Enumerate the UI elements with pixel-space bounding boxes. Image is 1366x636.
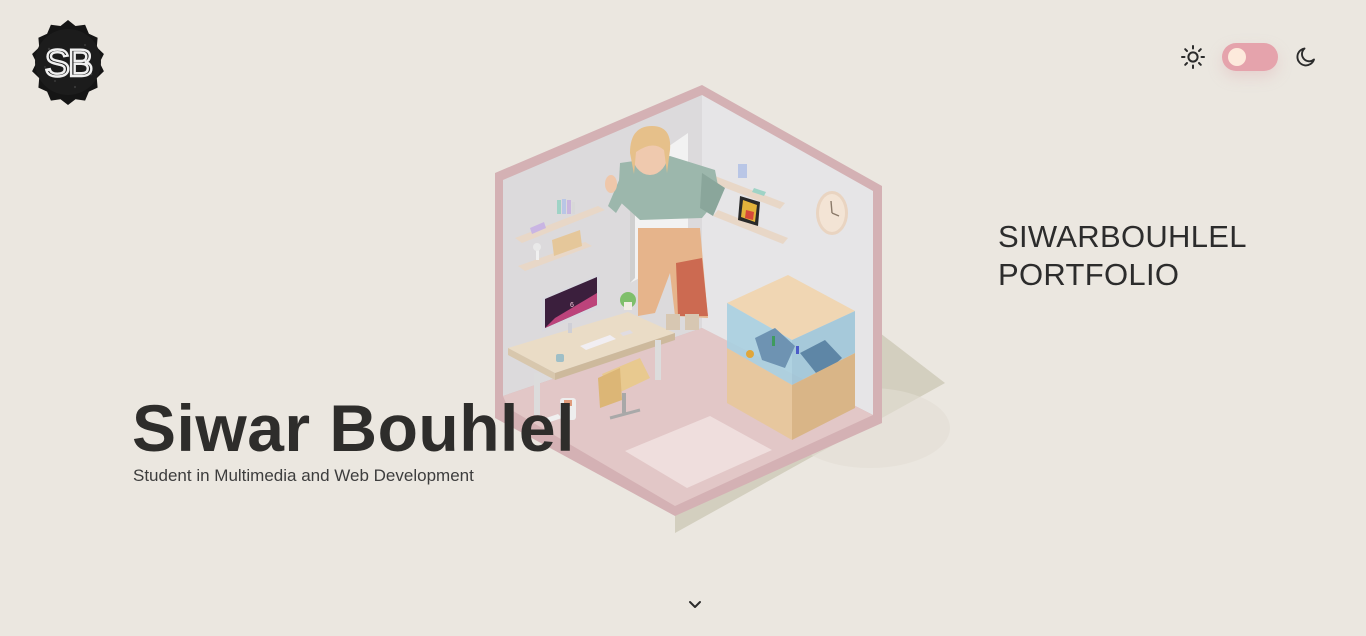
chevron-down-icon[interactable] — [685, 594, 705, 614]
portfolio-heading-line1: SIWARBOUHLEL — [998, 219, 1247, 254]
wall-clock — [816, 191, 848, 235]
moon-icon[interactable] — [1294, 45, 1318, 69]
room-illustration: 6 — [470, 78, 960, 543]
hero-subtitle: Student in Multimedia and Web Developmen… — [133, 466, 474, 485]
hero-name: Siwar Bouhlel — [132, 391, 575, 465]
logo-text: SB — [45, 43, 92, 85]
theme-switch-knob — [1228, 48, 1246, 66]
portfolio-heading: SIWARBOUHLEL PORTFOLIO — [998, 218, 1298, 294]
monitor-screen-text: 6 — [570, 302, 574, 309]
theme-switch[interactable] — [1222, 43, 1278, 71]
portfolio-page: SB 6 SIWARBOUHLEL PORTFOLIO Siwar Bouhle… — [0, 0, 1366, 636]
portfolio-heading-line2: PORTFOLIO — [998, 257, 1180, 292]
logo-icon: SB — [32, 20, 104, 105]
sun-icon[interactable] — [1180, 44, 1206, 70]
logo-badge[interactable]: SB — [25, 19, 111, 105]
theme-toggle — [1180, 40, 1320, 74]
